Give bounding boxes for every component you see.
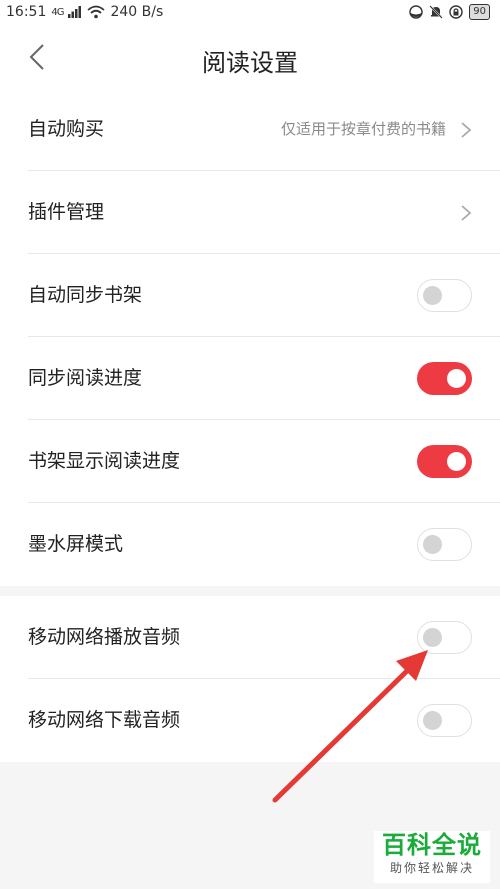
setting-label: 墨水屏模式 xyxy=(28,533,124,555)
auto-sync-shelf-toggle[interactable] xyxy=(417,279,472,312)
setting-label: 自动同步书架 xyxy=(28,284,143,306)
signal-bars-icon xyxy=(68,6,82,18)
status-signal: 4G xyxy=(51,6,64,18)
setting-label: 移动网络下载音频 xyxy=(28,709,181,731)
wifi-icon xyxy=(87,5,106,19)
toggle-knob xyxy=(423,628,442,647)
page-title: 阅读设置 xyxy=(202,49,298,77)
setting-sync-reading-progress: 同步阅读进度 xyxy=(0,337,500,420)
sync-reading-progress-toggle[interactable] xyxy=(417,362,472,395)
status-time: 16:51 xyxy=(6,4,47,20)
mobile-download-audio-toggle[interactable] xyxy=(417,704,472,737)
toggle-knob xyxy=(447,452,466,471)
battery-level: 90 xyxy=(469,4,490,20)
setting-shelf-show-progress: 书架显示阅读进度 xyxy=(0,420,500,503)
watermark-title: 百科全说 xyxy=(382,831,482,859)
status-left: 16:51 4G 240 B/s xyxy=(6,4,163,20)
setting-label: 自动购买 xyxy=(28,118,105,140)
lock-rotation-icon xyxy=(449,5,463,19)
header: 阅读设置 xyxy=(0,26,500,88)
status-speed: 240 B/s xyxy=(110,4,164,20)
shelf-show-progress-toggle[interactable] xyxy=(417,445,472,478)
setting-label: 插件管理 xyxy=(28,201,105,223)
setting-auto-purchase[interactable]: 自动购买 仅适用于按章付费的书籍 xyxy=(0,88,500,171)
toggle-knob xyxy=(447,369,466,388)
setting-label: 移动网络播放音频 xyxy=(28,626,181,648)
eye-comfort-icon xyxy=(409,5,423,19)
settings-group-general: 自动购买 仅适用于按章付费的书籍 插件管理 自动同步书架 同步阅读进度 书架显示… xyxy=(0,88,500,586)
toggle-knob xyxy=(423,535,442,554)
setting-label: 同步阅读进度 xyxy=(28,367,143,389)
settings-group-audio: 移动网络播放音频 移动网络下载音频 xyxy=(0,596,500,762)
toggle-knob xyxy=(423,286,442,305)
setting-detail: 仅适用于按章付费的书籍 xyxy=(280,120,446,138)
watermark-subtitle: 助你轻松解决 xyxy=(389,861,474,875)
chevron-right-icon xyxy=(461,205,472,221)
setting-e-ink-mode: 墨水屏模式 xyxy=(0,503,500,586)
mobile-play-audio-toggle[interactable] xyxy=(417,621,472,654)
bell-muted-icon xyxy=(429,5,443,19)
status-bar: 16:51 4G 240 B/s 90 xyxy=(0,0,500,26)
setting-mobile-download-audio: 移动网络下载音频 xyxy=(0,679,500,762)
setting-plugin-management[interactable]: 插件管理 xyxy=(0,171,500,254)
watermark-logo: 百科全说 助你轻松解决 xyxy=(374,831,490,883)
toggle-knob xyxy=(423,711,442,730)
e-ink-mode-toggle[interactable] xyxy=(417,528,472,561)
setting-auto-sync-shelf: 自动同步书架 xyxy=(0,254,500,337)
status-right: 90 xyxy=(409,4,490,20)
chevron-right-icon xyxy=(461,122,472,138)
setting-mobile-play-audio: 移动网络播放音频 xyxy=(0,596,500,679)
setting-label: 书架显示阅读进度 xyxy=(28,450,181,472)
